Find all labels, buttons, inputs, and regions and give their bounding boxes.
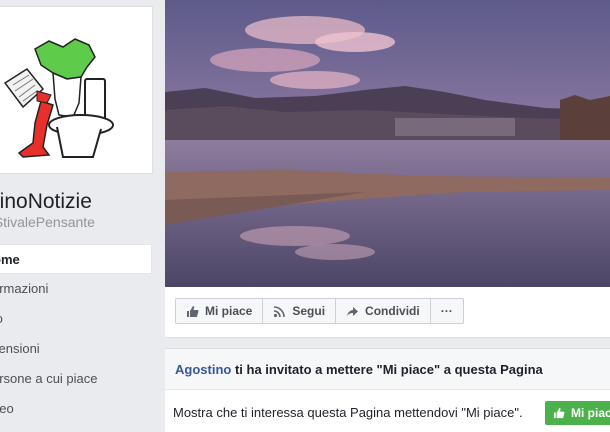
nav-item-videos[interactable]: deo xyxy=(0,394,152,424)
nav-item-likes[interactable]: ersone a cui piace xyxy=(0,364,152,394)
thumbs-up-icon xyxy=(553,407,565,419)
share-label: Condividi xyxy=(365,304,420,318)
page-username[interactable]: oStivalePensante xyxy=(0,214,95,230)
page-actions-bar: Mi piace Segui Condividi ··· xyxy=(165,287,610,338)
invite-like-button[interactable]: Mi piace xyxy=(545,401,610,425)
share-arrow-icon xyxy=(346,305,359,318)
italy-toilet-logo xyxy=(3,38,114,158)
left-sidebar: ainoNotizie oStivalePensante ome ormazio… xyxy=(0,0,165,431)
invite-like-label: Mi piace xyxy=(571,406,610,420)
cover-photo[interactable] xyxy=(165,0,610,287)
more-options-button[interactable]: ··· xyxy=(429,298,464,324)
like-page-button[interactable]: Mi piace xyxy=(175,298,264,324)
invite-message: ti ha invitato a mettere "Mi piace" a qu… xyxy=(234,362,543,377)
inviter-link[interactable]: Agostino xyxy=(175,362,231,377)
invite-body-text: Mostra che ti interessa questa Pagina me… xyxy=(173,405,523,420)
ellipsis-icon: ··· xyxy=(440,304,453,318)
nav-item-home[interactable]: ome xyxy=(0,244,152,274)
follow-button[interactable]: Segui xyxy=(262,298,337,324)
nav-item-info[interactable]: ormazioni xyxy=(0,274,152,304)
invite-header: Agostino ti ha invitato a mettere "Mi pi… xyxy=(165,349,610,390)
page-profile-picture[interactable] xyxy=(0,6,153,174)
nav-item-reviews[interactable]: censioni xyxy=(0,334,152,364)
lake-landscape-image xyxy=(165,0,610,287)
follow-label: Segui xyxy=(292,304,326,318)
share-button[interactable]: Condividi xyxy=(335,298,431,324)
invite-card: Agostino ti ha invitato a mettere "Mi pi… xyxy=(165,348,610,432)
invite-title: Agostino ti ha invitato a mettere "Mi pi… xyxy=(175,362,543,377)
thumbs-up-icon xyxy=(186,305,199,318)
page-title[interactable]: ainoNotizie xyxy=(0,190,92,214)
like-page-label: Mi piace xyxy=(205,304,253,318)
nav-item-photos[interactable]: to xyxy=(0,304,152,334)
action-button-group: Mi piace Segui Condividi ··· xyxy=(175,298,464,324)
rss-icon xyxy=(273,305,286,318)
page-nav: ome ormazioni to censioni ersone a cui p… xyxy=(0,244,152,424)
